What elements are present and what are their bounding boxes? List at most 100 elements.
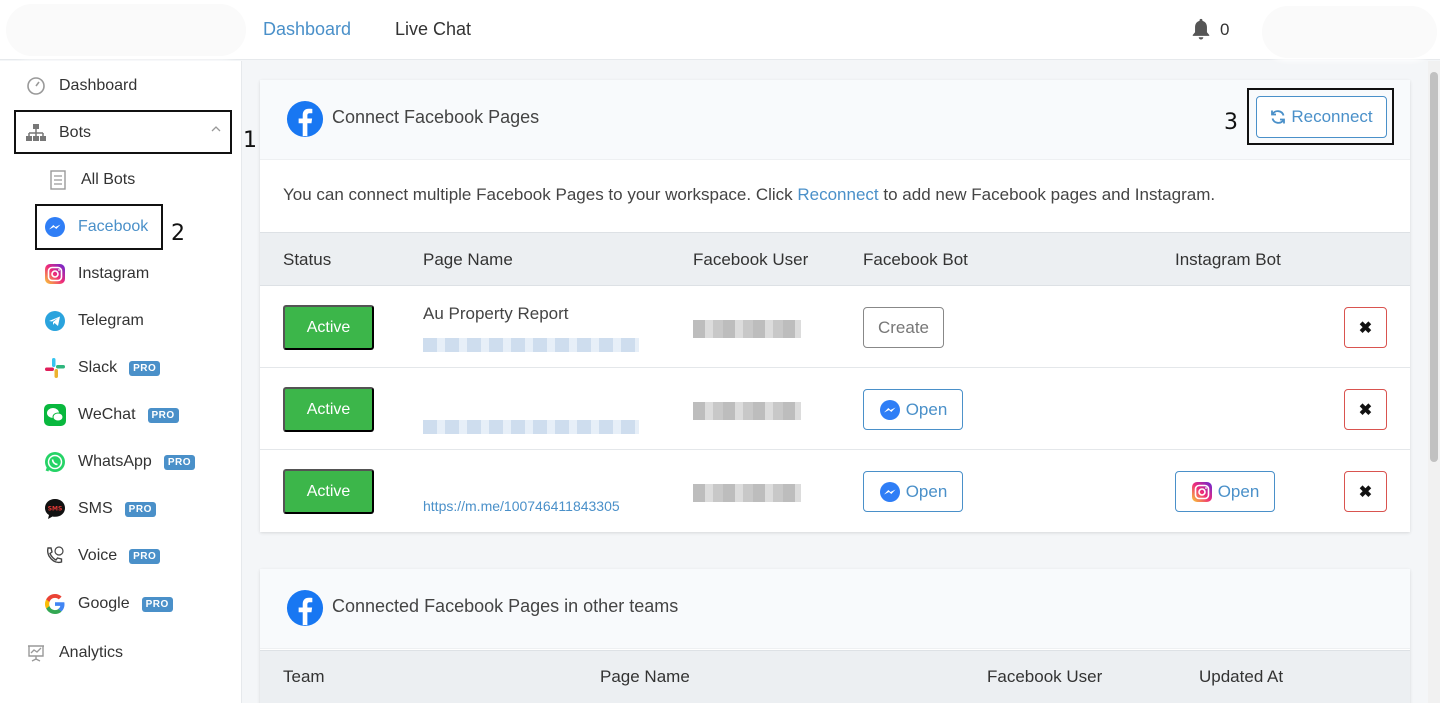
analytics-icon bbox=[25, 642, 47, 664]
sidebar-item-label: Instagram bbox=[78, 265, 150, 282]
sidebar-item-label: WeChat bbox=[78, 406, 136, 423]
sidebar-item-label: All Bots bbox=[81, 171, 136, 188]
annotation-number-1: 1 bbox=[243, 128, 257, 153]
redacted-bot-name bbox=[968, 394, 1090, 434]
redacted-page-link bbox=[423, 338, 639, 352]
pro-badge: PRO bbox=[129, 360, 161, 376]
open-label: Open bbox=[1217, 481, 1260, 501]
voice-icon bbox=[44, 545, 66, 567]
open-facebook-bot-button[interactable]: Open bbox=[863, 471, 963, 512]
annotation-number-3: 3 bbox=[1224, 110, 1238, 135]
whatsapp-icon bbox=[44, 451, 66, 473]
sidebar-item-label: Google bbox=[78, 595, 130, 612]
top-navbar: Dashboard Live Chat 0 bbox=[0, 0, 1440, 60]
status-active-button[interactable]: Active bbox=[283, 387, 374, 432]
status-active-button[interactable]: Active bbox=[283, 305, 374, 350]
sidebar-item-google[interactable]: Google PRO bbox=[44, 589, 173, 619]
messenger-icon bbox=[879, 481, 900, 502]
instagram-icon bbox=[1191, 481, 1212, 502]
open-label: Open bbox=[905, 399, 948, 419]
delete-row-button[interactable]: ✖ bbox=[1344, 389, 1387, 430]
card-description: You can connect multiple Facebook Pages … bbox=[283, 185, 1215, 205]
column-header-page-name: Page Name bbox=[423, 250, 513, 269]
description-text: to add new Facebook pages and Instagram. bbox=[878, 185, 1216, 204]
description-text: You can connect multiple Facebook Pages … bbox=[283, 185, 798, 204]
other-teams-pages-card: Connected Facebook Pages in other teams … bbox=[260, 569, 1410, 703]
sidebar-item-analytics[interactable]: Analytics bbox=[25, 638, 123, 668]
sidebar-item-label: SMS bbox=[78, 500, 113, 517]
sidebar-item-dashboard[interactable]: Dashboard bbox=[25, 71, 137, 101]
scrollbar-thumb[interactable] bbox=[1430, 72, 1438, 462]
list-icon bbox=[47, 169, 69, 191]
reconnect-link[interactable]: Reconnect bbox=[797, 185, 878, 204]
sidebar: Dashboard Bots All Bots Facebook Instagr… bbox=[0, 61, 242, 703]
pro-badge: PRO bbox=[124, 501, 156, 517]
column-header-instagram-bot: Instagram Bot bbox=[1175, 250, 1281, 269]
nav-live-chat-link[interactable]: Live Chat bbox=[395, 19, 471, 40]
sidebar-item-slack[interactable]: Slack PRO bbox=[44, 353, 161, 383]
sidebar-item-all-bots[interactable]: All Bots bbox=[47, 165, 135, 195]
sidebar-item-telegram[interactable]: Telegram bbox=[44, 306, 144, 336]
column-header-team: Team bbox=[283, 667, 325, 686]
annotation-number-2: 2 bbox=[171, 221, 185, 246]
table-row: Active https://m.me/100746411843305 Open… bbox=[260, 450, 1410, 532]
redacted-page-link bbox=[423, 420, 639, 434]
bell-icon[interactable] bbox=[1190, 17, 1212, 41]
nav-dashboard-link[interactable]: Dashboard bbox=[263, 19, 351, 40]
user-menu-redacted[interactable] bbox=[1262, 6, 1437, 58]
card-title: Connected Facebook Pages in other teams bbox=[332, 596, 679, 616]
card-title: Connect Facebook Pages bbox=[332, 107, 540, 127]
open-instagram-bot-button[interactable]: Open bbox=[1175, 471, 1275, 512]
connect-facebook-pages-card: Connect Facebook Pages Reconnect You can… bbox=[260, 80, 1410, 532]
telegram-icon bbox=[44, 310, 66, 332]
sidebar-item-whatsapp[interactable]: WhatsApp PRO bbox=[44, 447, 195, 477]
redacted-facebook-user bbox=[693, 402, 801, 420]
wechat-icon bbox=[44, 404, 66, 426]
card-header: Connected Facebook Pages in other teams bbox=[260, 569, 1410, 649]
redacted-facebook-user bbox=[693, 484, 801, 502]
table-row: Active Open ✖ bbox=[260, 368, 1410, 450]
sidebar-item-label: Dashboard bbox=[59, 77, 138, 94]
annotation-box-3 bbox=[1247, 88, 1394, 145]
messenger-icon bbox=[879, 399, 900, 420]
column-header-page-name: Page Name bbox=[600, 667, 690, 686]
redacted-page-name bbox=[408, 456, 570, 496]
delete-row-button[interactable]: ✖ bbox=[1344, 471, 1387, 512]
page-name: Au Property Report bbox=[423, 304, 569, 323]
facebook-logo-icon bbox=[286, 589, 324, 627]
column-header-facebook-bot: Facebook Bot bbox=[863, 250, 968, 269]
annotation-box-1 bbox=[14, 110, 232, 154]
sidebar-item-voice[interactable]: Voice PRO bbox=[44, 541, 161, 571]
slack-icon bbox=[44, 357, 66, 379]
create-bot-button[interactable]: Create bbox=[863, 307, 944, 348]
column-header-facebook-user: Facebook User bbox=[693, 250, 809, 269]
pro-badge: PRO bbox=[141, 596, 173, 612]
sidebar-item-wechat[interactable]: WeChat PRO bbox=[44, 400, 179, 430]
open-facebook-bot-button[interactable]: Open bbox=[863, 389, 963, 430]
svg-text:SMS: SMS bbox=[48, 506, 63, 513]
pro-badge: PRO bbox=[147, 407, 179, 423]
column-header-updated-at: Updated At bbox=[1199, 667, 1284, 686]
redacted-facebook-user bbox=[693, 320, 801, 338]
sidebar-item-label: Voice bbox=[78, 547, 118, 564]
sidebar-item-label: Analytics bbox=[59, 644, 124, 661]
instagram-icon bbox=[44, 263, 66, 285]
delete-row-button[interactable]: ✖ bbox=[1344, 307, 1387, 348]
redacted-bot-name bbox=[970, 474, 1134, 516]
open-label: Open bbox=[905, 481, 948, 501]
facebook-logo-icon bbox=[286, 100, 324, 138]
redacted-page-name bbox=[410, 376, 562, 416]
column-header-status: Status bbox=[283, 250, 332, 269]
sidebar-item-sms[interactable]: SMS SMS PRO bbox=[44, 494, 156, 524]
sidebar-item-label: Telegram bbox=[78, 312, 144, 329]
status-active-button[interactable]: Active bbox=[283, 469, 374, 514]
page-link[interactable]: https://m.me/100746411843305 bbox=[423, 498, 620, 514]
google-icon bbox=[44, 593, 66, 615]
notification-count: 0 bbox=[1220, 20, 1230, 39]
sms-icon: SMS bbox=[44, 498, 66, 520]
annotation-box-2 bbox=[35, 204, 163, 250]
sidebar-item-instagram[interactable]: Instagram bbox=[44, 259, 149, 289]
sidebar-item-label: Slack bbox=[78, 359, 118, 376]
table-row: Active Au Property Report Create ✖ bbox=[260, 286, 1410, 368]
pro-badge: PRO bbox=[129, 548, 161, 564]
